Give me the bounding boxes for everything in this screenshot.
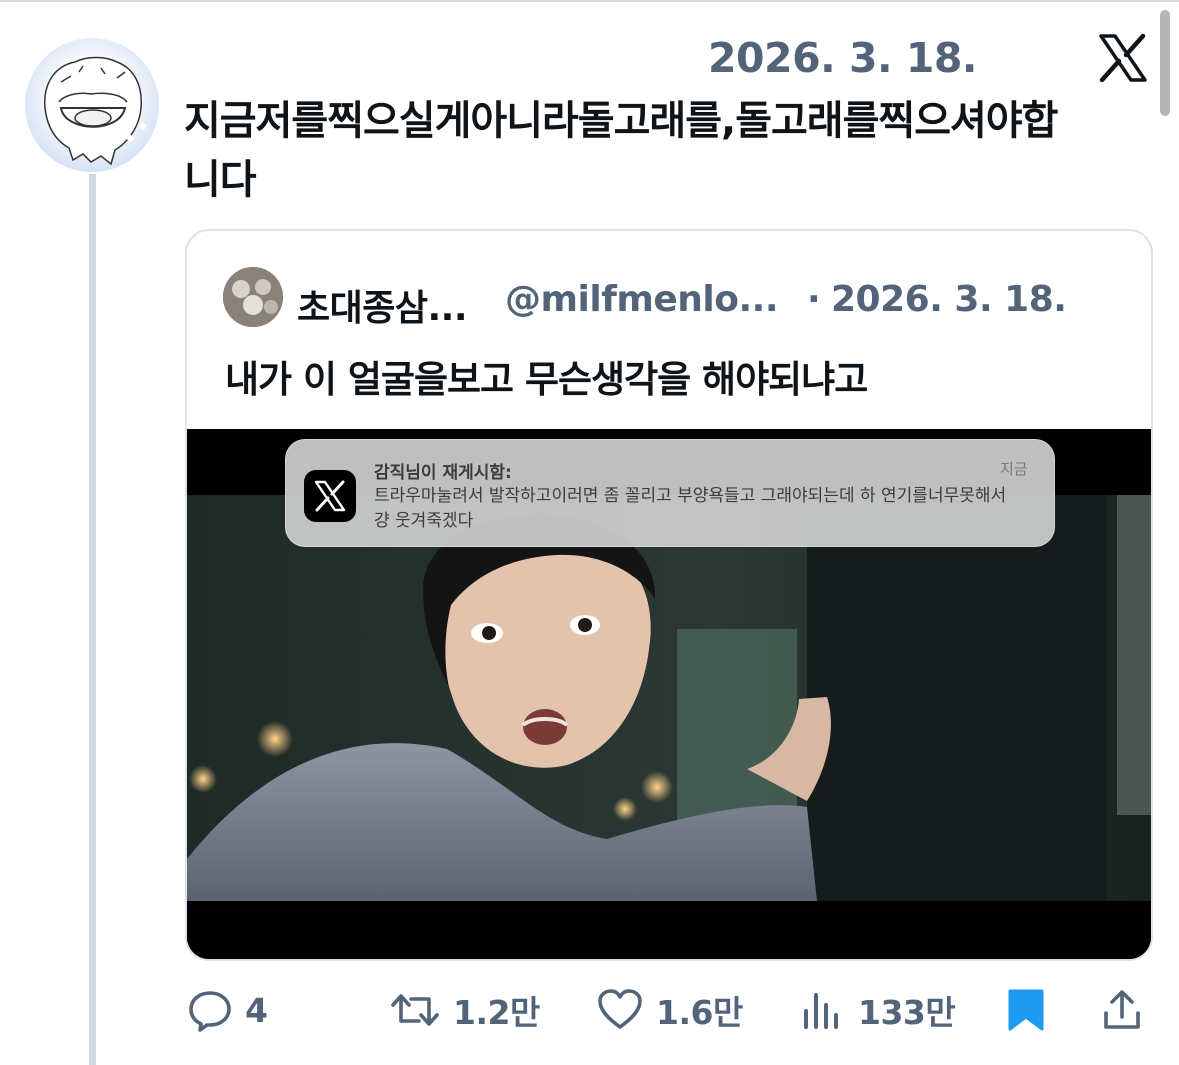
reply-icon xyxy=(189,991,231,1032)
x-logo-icon[interactable] xyxy=(1097,32,1149,84)
bookmark-icon xyxy=(1008,989,1044,1031)
scrollbar[interactable] xyxy=(1160,10,1170,116)
notification-body: 트라우마눌려서 발작하고이러면 좀 꼴리고 부양욕들고 그래야되는데 하 연기를… xyxy=(374,486,1007,531)
views-icon xyxy=(804,993,838,1029)
like-button[interactable]: 1.6만 xyxy=(596,975,743,1045)
quoted-display-name[interactable]: 초대종삼... xyxy=(297,279,468,331)
like-count: 1.6만 xyxy=(656,993,743,1032)
repost-notification-banner[interactable]: 감직님이 재게시함: 지금 트라우마눌려서 발작하고이러면 좀 꼴리고 부양욕들… xyxy=(285,439,1055,547)
quoted-avatar-image xyxy=(223,267,283,327)
tweet-date: 2026. 3. 18. xyxy=(708,34,977,82)
like-icon xyxy=(598,989,642,1029)
reply-count: 4 xyxy=(245,990,268,1030)
thread-line xyxy=(89,174,96,1065)
notification-x-icon xyxy=(304,470,356,522)
quoted-tweet-card[interactable]: 초대종삼... @milfmenlo... · 2026. 3. 18. 내가 … xyxy=(185,229,1153,961)
quoted-date: 2026. 3. 18. xyxy=(831,279,1067,320)
repost-count: 1.2만 xyxy=(453,993,540,1032)
tweet-text-line-1: 지금저를찍으실게아니라돌고래를,돌고래를찍으셔야합 xyxy=(184,98,1058,144)
share-button[interactable] xyxy=(1100,975,1144,1045)
avatar[interactable] xyxy=(25,38,159,172)
bookmark-button[interactable] xyxy=(1006,975,1046,1045)
tweet-text: 지금저를찍으실게아니라돌고래를,돌고래를찍으셔야합 니다 xyxy=(184,92,1144,210)
quoted-text: 내가 이 얼굴을보고 무슨생각을 해야되냐고 xyxy=(225,358,868,401)
view-count: 133만 xyxy=(858,993,956,1032)
separator-dot: · xyxy=(807,279,821,320)
repost-icon xyxy=(391,994,439,1026)
share-icon xyxy=(1104,990,1140,1029)
action-bar: 4 1.2만 1.6만 133만 xyxy=(0,975,1179,1045)
avatar-drawing xyxy=(44,56,147,166)
quoted-avatar[interactable] xyxy=(223,267,283,327)
repost-button[interactable]: 1.2만 xyxy=(389,975,540,1045)
notification-time: 지금 xyxy=(1000,460,1028,478)
notification-title: 감직님이 재게시함: xyxy=(374,463,512,483)
top-divider xyxy=(0,0,1179,2)
views-button[interactable]: 133만 xyxy=(800,975,956,1045)
reply-button[interactable]: 4 xyxy=(187,975,268,1045)
tweet-text-line-2: 니다 xyxy=(184,157,257,203)
quoted-media-image[interactable]: 감직님이 재게시함: 지금 트라우마눌려서 발작하고이러면 좀 꼴리고 부양욕들… xyxy=(187,429,1151,959)
quoted-handle[interactable]: @milfmenlo... xyxy=(505,279,779,320)
